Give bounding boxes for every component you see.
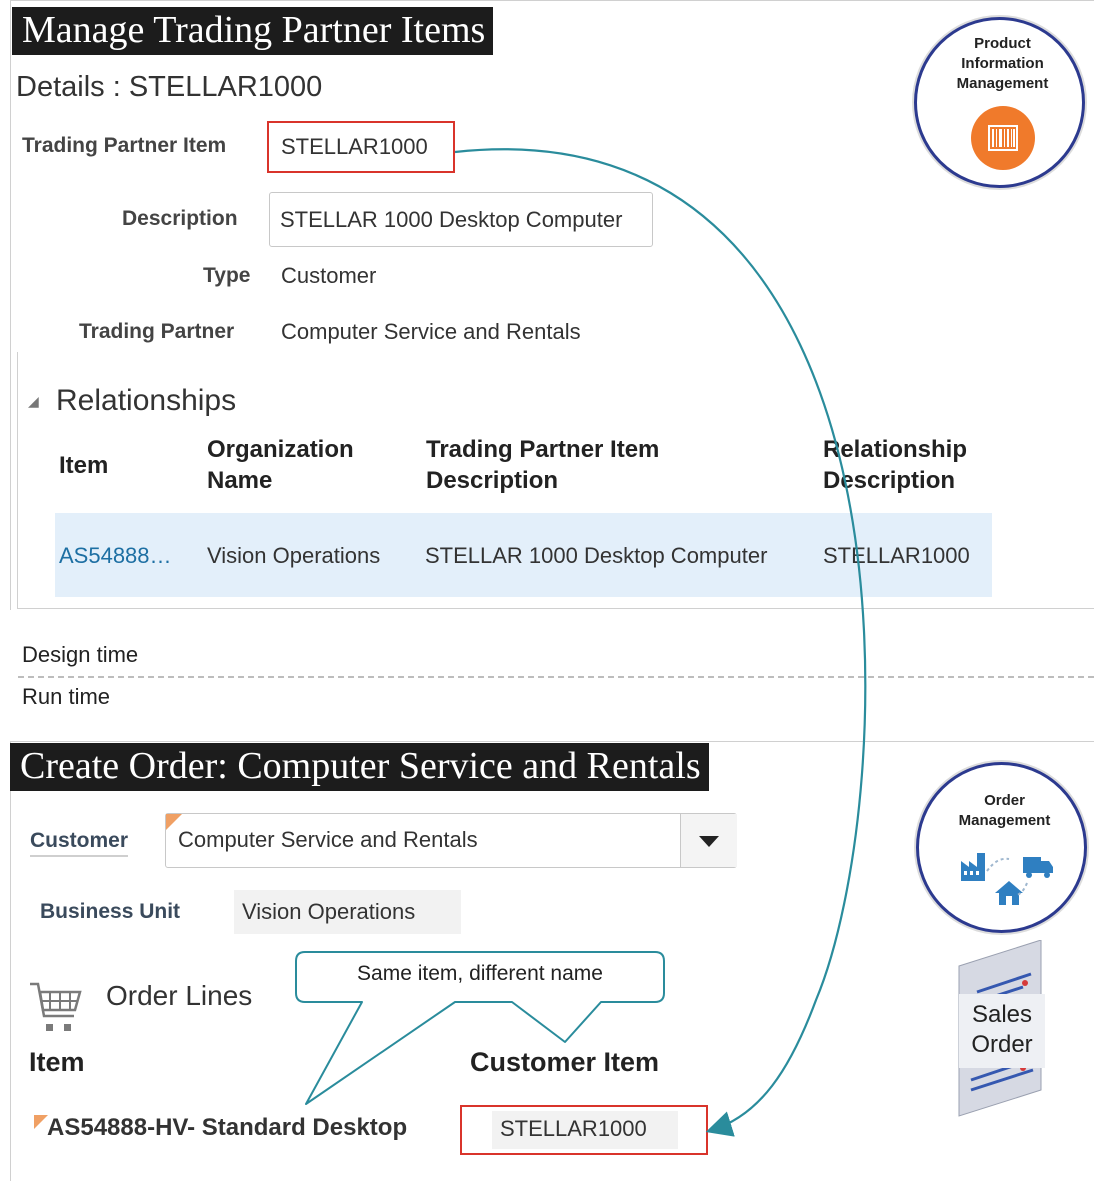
sales-order-line1: Sales bbox=[971, 1001, 1033, 1028]
order-management-logo: Order Management bbox=[916, 762, 1087, 933]
sales-order-label: Sales Order bbox=[959, 1000, 1045, 1060]
factory-truck-house-icon bbox=[957, 841, 1057, 922]
callout-text: Same item, different name bbox=[357, 962, 603, 985]
callout-bubble bbox=[295, 951, 665, 1105]
sales-order-line2: Order bbox=[971, 1031, 1033, 1058]
om-logo-line2: Management bbox=[958, 812, 1051, 829]
om-logo-line1: Order bbox=[984, 792, 1025, 809]
